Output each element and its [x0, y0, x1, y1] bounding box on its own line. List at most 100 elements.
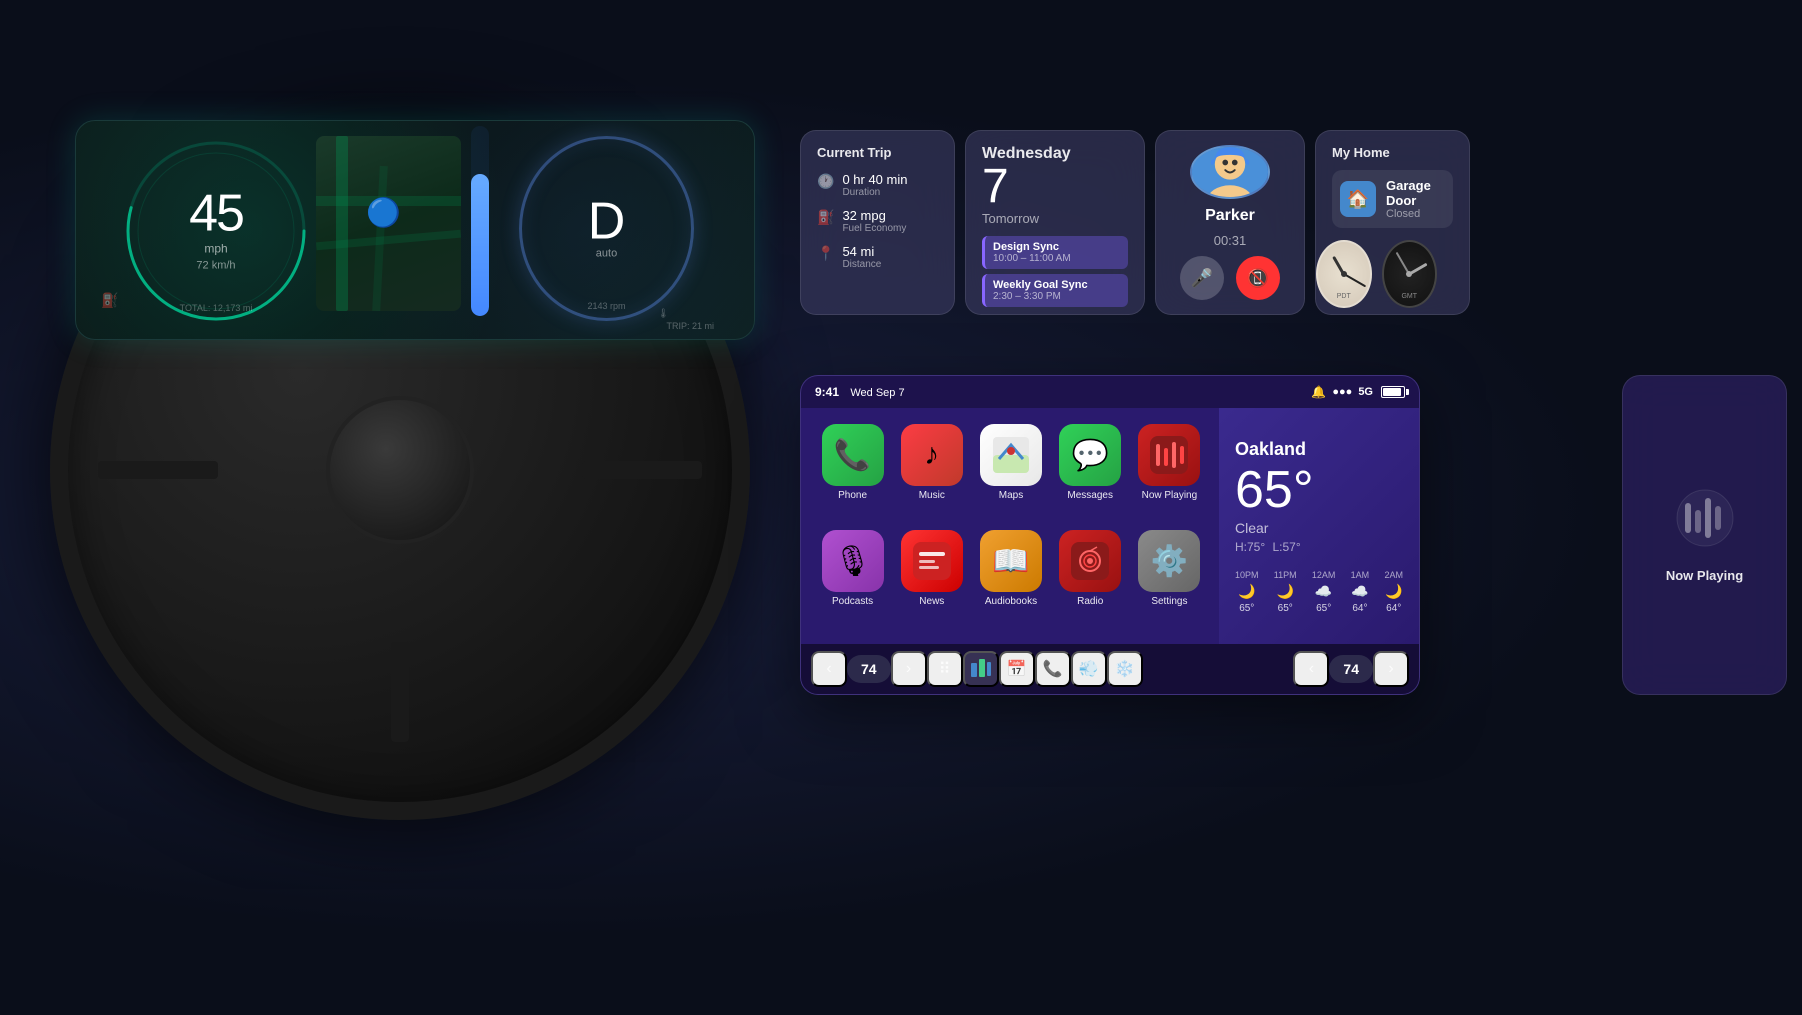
fan-button[interactable]: 💨 — [1071, 651, 1107, 687]
duration-value: 0 hr 40 min — [842, 172, 907, 187]
weather-widget: Oakland 65° Clear H:75° L:57° 10PM 🌙 65°… — [1219, 408, 1419, 644]
home-card: My Home 🏠 Garage Door Closed PDT GMT — [1315, 130, 1470, 315]
spoke-bottom — [391, 642, 409, 742]
speed-display: 45 mph 72 km/h — [189, 187, 243, 271]
app-music[interactable]: ♪ Music — [896, 424, 967, 522]
trip-indicator: TRIP: 21 mi — [666, 321, 714, 331]
music-app-icon: ♪ — [901, 424, 963, 486]
network-type: 5G — [1358, 386, 1373, 398]
app-nowplaying-label: Now Playing — [1142, 490, 1198, 501]
settings-app-icon: ⚙️ — [1138, 530, 1200, 592]
mute-button[interactable]: 🎤 — [1180, 256, 1224, 300]
nav-prev-button[interactable]: ‹ — [1293, 651, 1329, 687]
status-bar: 9:41 Wed Sep 7 🔔 ●●● 5G — [801, 376, 1419, 408]
speed-kmh: 72 km/h — [189, 259, 243, 271]
spoke-right — [582, 461, 702, 479]
phone-nav-button[interactable]: 📞 — [1035, 651, 1071, 687]
speed-progress-bar — [471, 126, 489, 316]
status-time: 9:41 Wed Sep 7 — [815, 385, 905, 399]
app-radio[interactable]: Radio — [1055, 530, 1126, 628]
weather-low: L:57° — [1273, 540, 1301, 554]
now-playing-icon — [1675, 488, 1735, 560]
trip-duration: 🕐 0 hr 40 min Duration — [817, 172, 938, 198]
notification-icon: 🔔 — [1311, 385, 1326, 399]
nowplaying-app-icon — [1138, 424, 1200, 486]
app-audiobooks[interactable]: 📖 Audiobooks — [975, 530, 1046, 628]
garage-door-status: Closed — [1386, 208, 1445, 220]
end-call-button[interactable]: 📵 — [1236, 256, 1280, 300]
weather-hilo: H:75° L:57° — [1235, 540, 1403, 554]
hour-1am: 1AM ☁️ 64° — [1351, 570, 1370, 614]
calendar-card: Wednesday 7 Tomorrow Design Sync 10:00 –… — [965, 130, 1145, 315]
carplay-screen: 9:41 Wed Sep 7 🔔 ●●● 5G 📞 Phone ♪ Music — [800, 375, 1420, 695]
signal-bars: ●●● — [1332, 386, 1352, 398]
battery-fill — [1383, 388, 1401, 396]
status-right-icons: 🔔 ●●● 5G — [1311, 385, 1405, 399]
progress-fill — [471, 174, 489, 317]
hour-10pm: 10PM 🌙 65° — [1235, 570, 1259, 614]
home-button[interactable]: ⠿ — [927, 651, 963, 687]
status-date: Wed Sep 7 — [850, 387, 904, 399]
climate-button[interactable]: ❄️ — [1107, 651, 1143, 687]
app-audiobooks-label: Audiobooks — [985, 596, 1037, 607]
app-podcasts[interactable]: 🎙 Podcasts — [817, 530, 888, 628]
app-news-label: News — [919, 596, 944, 607]
nav-arrow: 🔵 — [366, 196, 401, 229]
gear-indicator: D auto 2143 rpm — [519, 136, 694, 321]
home-title: My Home — [1332, 145, 1453, 160]
clock-1: PDT — [1316, 240, 1372, 308]
app-nowplaying[interactable]: Now Playing — [1134, 424, 1205, 522]
fuel-pump-icon: ⛽ — [817, 209, 834, 226]
maps-nav-button[interactable] — [963, 651, 999, 687]
clock-2-center — [1406, 271, 1412, 277]
app-messages-label: Messages — [1067, 490, 1113, 501]
podcasts-app-icon: 🎙 — [822, 530, 884, 592]
nav-next-button[interactable]: › — [1373, 651, 1409, 687]
app-phone[interactable]: 📞 Phone — [817, 424, 888, 522]
phone-app-icon: 📞 — [822, 424, 884, 486]
gear-display: D auto — [588, 195, 626, 259]
app-podcasts-label: Podcasts — [832, 596, 873, 607]
dashboard-cluster: 🔵 45 mph 72 km/h TOTAL: 12,173 mi D auto… — [75, 120, 755, 340]
app-grid: 📞 Phone ♪ Music Maps 💬 Messages — [801, 408, 1221, 644]
speed-number: 45 — [189, 187, 243, 239]
garage-door-icon: 🏠 — [1340, 181, 1376, 217]
app-settings-label: Settings — [1151, 596, 1187, 607]
news-app-icon — [901, 530, 963, 592]
app-messages[interactable]: 💬 Messages — [1055, 424, 1126, 522]
weather-hourly: 10PM 🌙 65° 11PM 🌙 65° 12AM ☁️ 65° 1AM ☁️… — [1235, 570, 1403, 614]
clock-icon: 🕐 — [817, 173, 834, 190]
carplay-nav: ‹ 74 › ⠿ 📅 📞 💨 ❄️ ‹ 74 › — [801, 644, 1419, 694]
messages-app-icon: 💬 — [1059, 424, 1121, 486]
app-settings[interactable]: ⚙️ Settings — [1134, 530, 1205, 628]
avatar — [1190, 145, 1270, 199]
temp-left[interactable]: 74 — [847, 655, 891, 683]
radio-app-icon — [1059, 530, 1121, 592]
nav-forward-button[interactable]: › — [891, 651, 927, 687]
info-panel: Current Trip 🕐 0 hr 40 min Duration ⛽ 32… — [800, 130, 1787, 315]
trip-title: Current Trip — [817, 145, 938, 160]
app-music-label: Music — [919, 490, 945, 501]
rpm-display: 2143 rpm — [587, 301, 625, 311]
nav-back-button[interactable]: ‹ — [811, 651, 847, 687]
app-maps-label: Maps — [999, 490, 1023, 501]
audiobooks-app-icon: 📖 — [980, 530, 1042, 592]
garage-door-name: Garage Door — [1386, 178, 1445, 208]
speedometer: 45 mph 72 km/h TOTAL: 12,173 mi — [116, 131, 316, 331]
clock-2: GMT — [1382, 240, 1438, 308]
now-playing-label: Now Playing — [1666, 568, 1743, 583]
event-1-name: Design Sync — [993, 241, 1120, 253]
app-maps[interactable]: Maps — [975, 424, 1046, 522]
fuel-value: 32 mpg — [842, 208, 906, 223]
app-radio-label: Radio — [1077, 596, 1103, 607]
weather-high: H:75° — [1235, 540, 1265, 554]
contact-name: Parker — [1205, 207, 1255, 225]
app-news[interactable]: News — [896, 530, 967, 628]
garage-door-item[interactable]: 🏠 Garage Door Closed — [1332, 170, 1453, 228]
trip-distance: 📍 54 mi Distance — [817, 244, 938, 270]
temp-right[interactable]: 74 — [1329, 655, 1373, 683]
trip-fuel: ⛽ 32 mpg Fuel Economy — [817, 208, 938, 234]
calendar-nav-button[interactable]: 📅 — [999, 651, 1035, 687]
event-1-time: 10:00 – 11:00 AM — [993, 253, 1120, 264]
trip-card: Current Trip 🕐 0 hr 40 min Duration ⛽ 32… — [800, 130, 955, 315]
